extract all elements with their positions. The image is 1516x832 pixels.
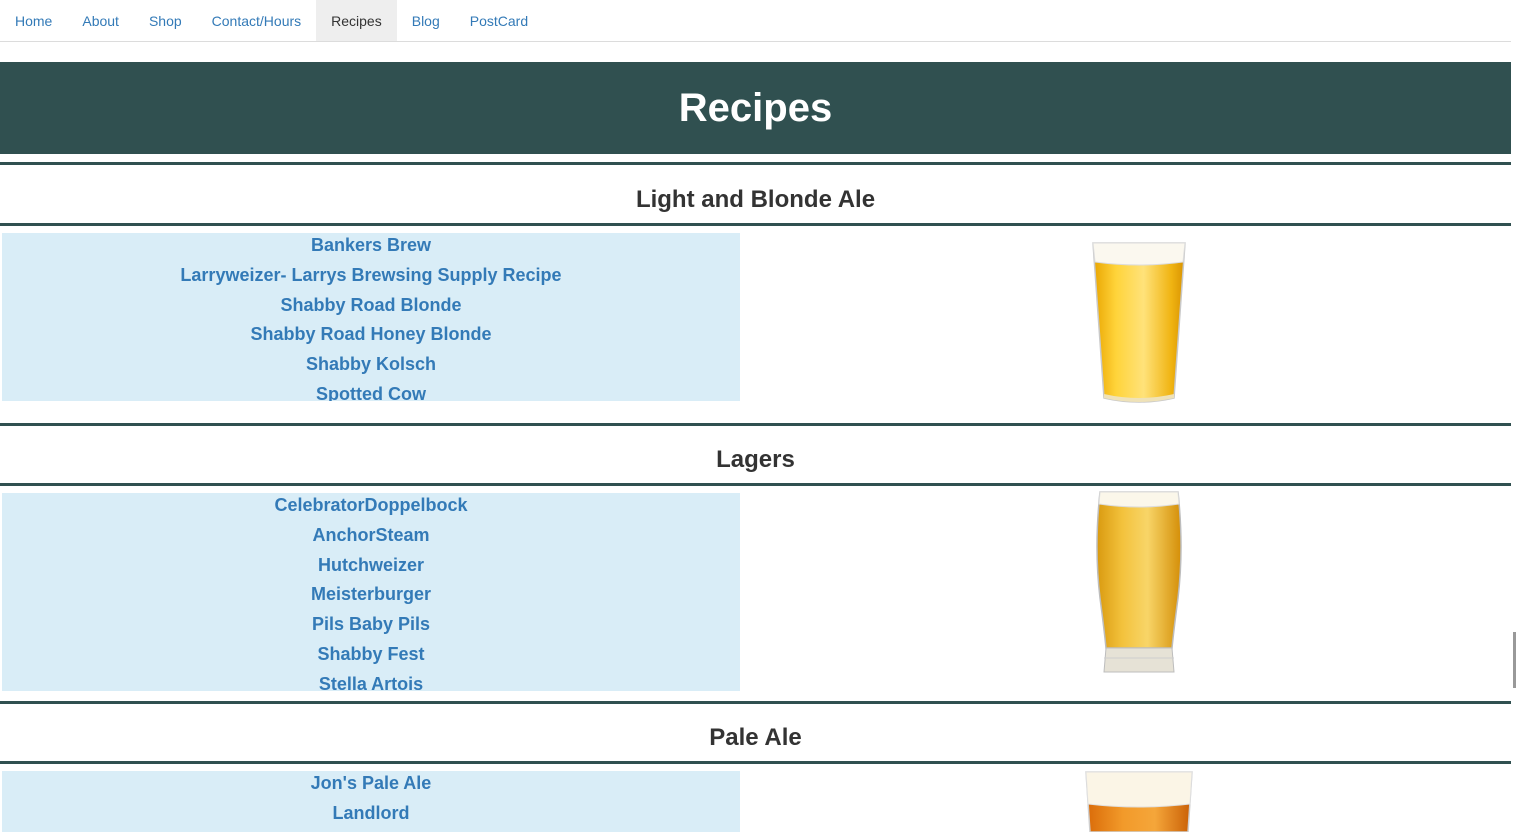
section-divider [0,162,1511,165]
recipe-link[interactable]: Jon's Pale Ale [2,773,740,803]
recipe-list-light-blonde-ale: Bankers Brew Larryweizer- Larrys Brewsin… [2,233,740,401]
section-title-lagers: Lagers [716,446,795,473]
recipe-link[interactable]: Meisterburger [2,584,740,614]
recipe-link[interactable]: AnchorSteam [2,525,740,555]
page-edge [1511,0,1516,832]
recipe-link[interactable]: Shabby Kolsch [2,354,740,384]
tulip-pint-lager-icon [1096,491,1182,673]
nav-about[interactable]: About [67,0,134,41]
section-divider [0,483,1511,486]
recipe-list-pale-ale: Jon's Pale Ale Landlord [2,771,740,832]
recipe-link[interactable]: Hutchweizer [2,555,740,585]
nav-recipes[interactable]: Recipes [316,0,397,41]
recipe-link[interactable]: Pils Baby Pils [2,614,740,644]
page-title: Recipes [678,85,833,130]
nav-home[interactable]: Home [0,0,67,41]
section-divider [0,761,1511,764]
recipe-link[interactable]: Shabby Road Blonde [2,295,740,325]
section-divider [0,701,1511,704]
recipe-link[interactable]: Shabby Fest [2,644,740,674]
top-navbar: Home About Shop Contact/Hours Recipes Bl… [0,0,1511,42]
recipe-link[interactable]: Shabby Road Honey Blonde [2,324,740,354]
recipe-link[interactable]: Landlord [2,803,740,832]
nav-blog[interactable]: Blog [397,0,455,41]
nav-contact-hours[interactable]: Contact/Hours [197,0,316,41]
recipe-link[interactable]: Spotted Cow [2,384,740,401]
recipe-link[interactable]: Stella Artois [2,674,740,691]
recipe-link[interactable]: CelebratorDoppelbock [2,495,740,525]
nav-shop[interactable]: Shop [134,0,197,41]
recipe-link[interactable]: Bankers Brew [2,235,740,265]
section-title-pale-ale: Pale Ale [709,724,802,751]
nav-postcard[interactable]: PostCard [455,0,543,41]
section-divider [0,223,1511,226]
page-banner: Recipes [0,62,1511,154]
recipe-link[interactable]: Larryweizer- Larrys Brewsing Supply Reci… [2,265,740,295]
section-divider [0,423,1511,426]
section-title-light-blonde-ale: Light and Blonde Ale [635,186,876,213]
pint-glass-light-beer-icon [1092,242,1186,403]
pint-glass-pale-ale-icon [1085,771,1193,832]
recipe-list-lagers: CelebratorDoppelbock AnchorSteam Hutchwe… [2,493,740,691]
recipes-page: Home About Shop Contact/Hours Recipes Bl… [0,0,1516,832]
